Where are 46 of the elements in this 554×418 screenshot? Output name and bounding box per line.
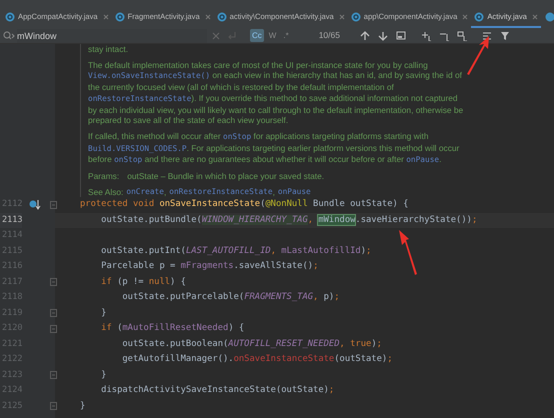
next-match-icon[interactable] bbox=[378, 30, 389, 40]
code-line: protected void onSaveInstanceState(@NonNull Bundle outState) { bbox=[79, 198, 410, 211]
add-occurrence-icon[interactable] bbox=[420, 30, 432, 40]
newline-icon bbox=[228, 31, 236, 40]
code-line: } bbox=[79, 400, 86, 412]
filter-lines-icon[interactable] bbox=[482, 30, 493, 40]
class-file-icon bbox=[474, 12, 484, 22]
filter-icon[interactable] bbox=[500, 30, 511, 40]
class-file-icon bbox=[5, 12, 15, 22]
close-icon bbox=[204, 14, 211, 20]
code-line: } bbox=[100, 306, 108, 320]
separator-comma: , bbox=[164, 186, 166, 198]
class-file-icon bbox=[350, 12, 361, 22]
search-option[interactable]: W bbox=[266, 29, 278, 42]
class-file-icon bbox=[216, 12, 227, 22]
separator-comma: , bbox=[272, 186, 275, 198]
close-icon bbox=[532, 14, 538, 20]
code-line: if (mAutoFillResetNeeded) { bbox=[100, 322, 246, 335]
doc-label: See Also: bbox=[88, 186, 124, 198]
search-option[interactable]: .* bbox=[281, 29, 291, 42]
close-icon bbox=[462, 14, 468, 20]
code-line: Parcelable p = mFragments.saveAllState(); bbox=[100, 260, 320, 273]
code-line: outState.putInt(LAST_AUTOFILL_ID, mLastAutofillId); bbox=[100, 244, 372, 258]
window-icon[interactable] bbox=[396, 30, 407, 40]
annotation-arrow bbox=[398, 230, 418, 275]
close-icon bbox=[102, 14, 109, 20]
class-file-icon bbox=[544, 12, 554, 22]
search-bar[interactable]: mWindow Cc W .* 10/65 bbox=[0, 28, 554, 44]
code-line: getAutofillManager().onSaveInstanceState(outState); bbox=[121, 353, 394, 366]
search-option[interactable]: Cc bbox=[250, 29, 264, 42]
code-line: dispatchActivitySaveInstanceState(outState); bbox=[100, 384, 336, 397]
line-number: 2113 bbox=[0, 212, 22, 228]
match-count: 10/65 bbox=[318, 29, 340, 42]
code-line: outState.putParcelable(FRAGMENTS_TAG, p); bbox=[121, 291, 341, 304]
code-line: } bbox=[100, 368, 108, 382]
doc-paragraph: stay intact. bbox=[88, 44, 130, 55]
class-file-icon bbox=[114, 12, 125, 22]
code-line: outState.putBoolean(AUTOFILL_RESET_NEEDED, true); bbox=[121, 338, 383, 350]
param-description: outState – Bundle in which to place your saved state. bbox=[127, 171, 324, 182]
previous-match-icon[interactable] bbox=[360, 30, 371, 40]
doc-label: Params: bbox=[88, 171, 120, 182]
close-icon bbox=[338, 14, 345, 20]
clear-icon bbox=[212, 32, 220, 40]
remove-occurrence-icon[interactable] bbox=[438, 30, 450, 40]
code-line: if (p != null) { bbox=[100, 276, 187, 288]
search-icon bbox=[3, 31, 15, 40]
